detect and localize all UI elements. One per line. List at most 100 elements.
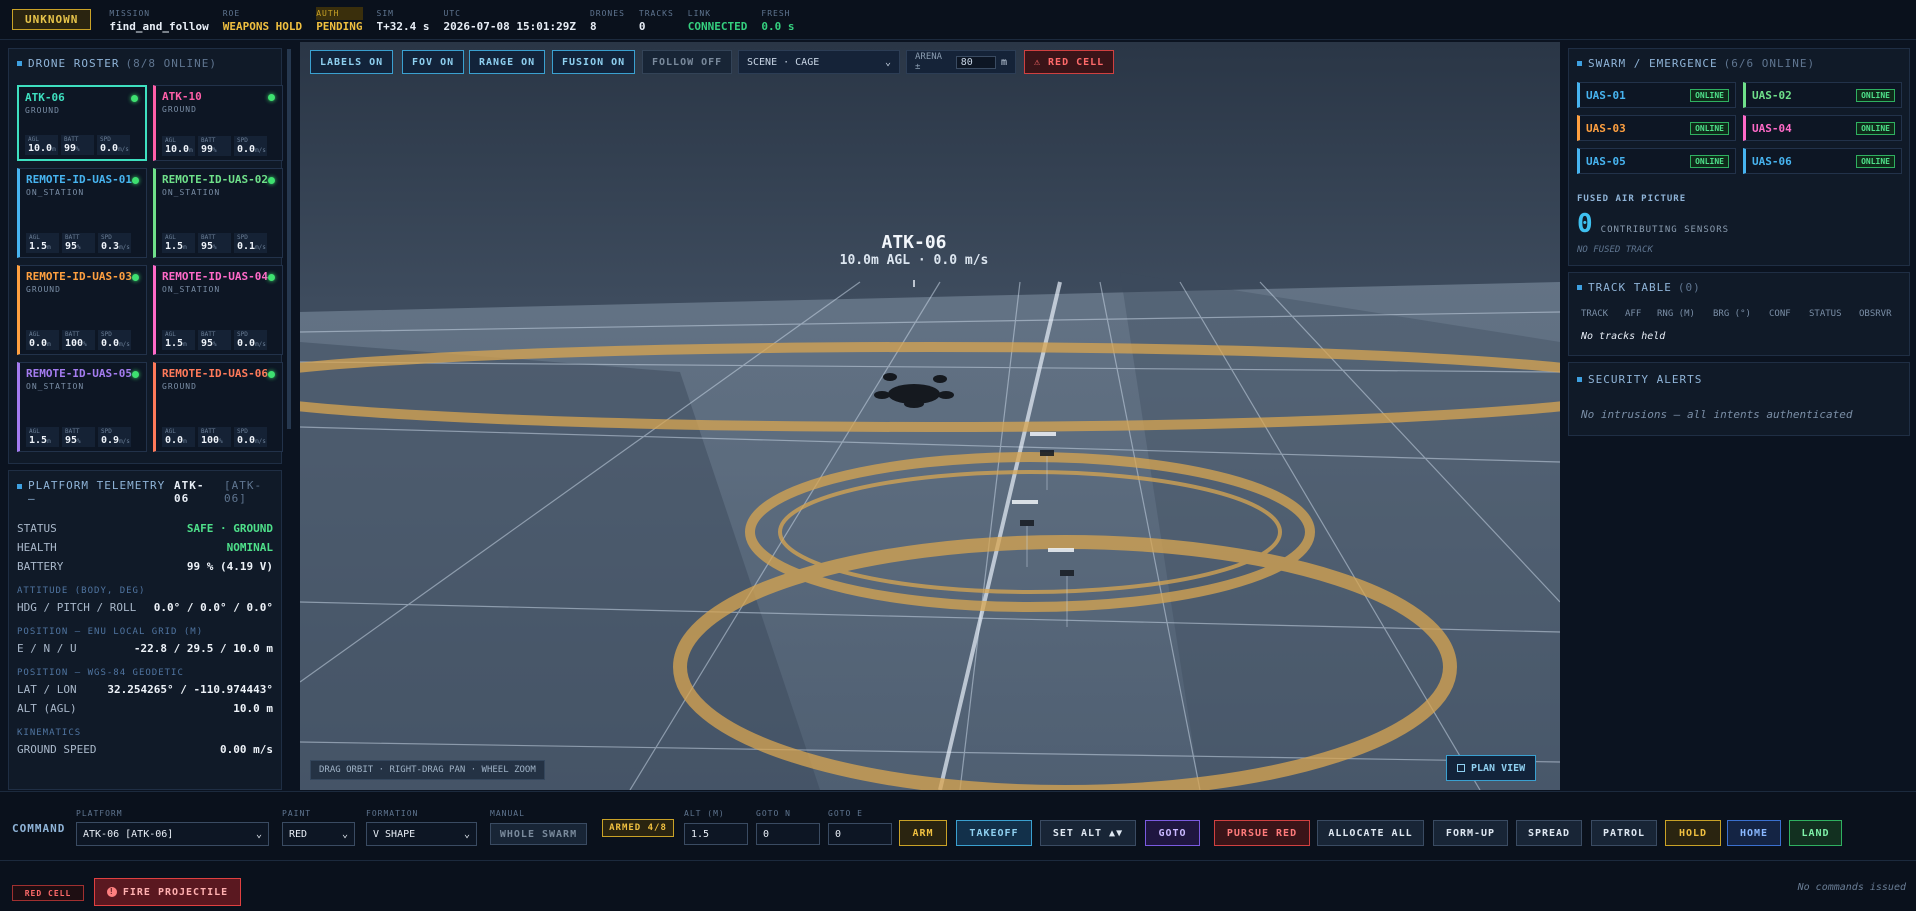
3d-viewport[interactable]: LABELS ON FOV ON RANGE ON FUSION ON FOLL… xyxy=(300,42,1560,790)
track-header[interactable]: BRG (°) xyxy=(1713,309,1769,319)
arm-button[interactable]: ARM xyxy=(899,820,947,846)
drone-card-name: REMOTE-ID-UAS-05 xyxy=(26,367,132,380)
scene-canvas[interactable] xyxy=(300,42,1560,790)
land-button[interactable]: LAND xyxy=(1789,820,1842,846)
platform-select[interactable]: ATK-06 [ATK-06] ⌄ xyxy=(76,822,269,846)
drone-card[interactable]: REMOTE-ID-UAS-04 ON_STATION AGL 1.5m BATT 95%… xyxy=(153,265,283,355)
whole-swarm-button[interactable]: WHOLE SWARM xyxy=(490,823,587,845)
drone-card-metrics: AGL 1.5m BATT 95% SPD 0.1m/s xyxy=(162,233,267,253)
track-table-title: TRACK TABLE (0) xyxy=(1569,273,1909,294)
track-header[interactable]: OBSRVR xyxy=(1859,309,1899,319)
metric-unit: m/s xyxy=(255,438,266,445)
metric-unit: % xyxy=(77,244,81,251)
metric-label: SPD xyxy=(100,136,111,143)
takeoff-button[interactable]: TAKEOFF xyxy=(956,820,1032,846)
metric-label: AGL xyxy=(165,331,176,338)
telemetry-status-row: STATUS SAFE · GROUND xyxy=(9,519,281,538)
metric-unit: % xyxy=(213,244,217,251)
stat-value: 0.0 s xyxy=(761,19,795,33)
paint-select[interactable]: RED ⌄ xyxy=(282,822,355,846)
fire-projectile-label: FIRE PROJECTILE xyxy=(122,886,229,898)
ground-speed-label: GROUND SPEED xyxy=(17,743,97,756)
stat-key: LINK xyxy=(687,8,712,18)
range-toggle[interactable]: RANGE ON xyxy=(469,50,546,74)
metric-number: 0.1 xyxy=(237,241,256,252)
drone-card[interactable]: REMOTE-ID-UAS-01 ON_STATION AGL 1.5m BATT 95%… xyxy=(17,168,147,258)
battery-value: 99 % (4.19 V) xyxy=(186,560,273,573)
form-up-button[interactable]: FORM-UP xyxy=(1433,820,1508,846)
fire-projectile-button[interactable]: ! FIRE PROJECTILE xyxy=(94,878,241,906)
hold-button[interactable]: HOLD xyxy=(1665,820,1721,846)
stat-key: FRESH xyxy=(761,8,791,18)
goto-e-input[interactable]: 0 xyxy=(828,823,892,845)
drone-card[interactable]: REMOTE-ID-UAS-05 ON_STATION AGL 1.5m BATT 95%… xyxy=(17,362,147,452)
status-stat-sim: SIM T+32.4 s xyxy=(377,7,430,33)
panel-marker-icon xyxy=(1577,61,1582,66)
metric-number: 0.0 xyxy=(165,435,184,446)
scene-select[interactable]: SCENE · CAGE ⌄ xyxy=(738,50,900,74)
fov-toggle[interactable]: FOV ON xyxy=(402,50,465,74)
metric-value: 0.0m/s xyxy=(237,338,266,349)
telemetry-panel: PLATFORM TELEMETRY — ATK-06 [ATK-06] STA… xyxy=(8,470,282,790)
track-header[interactable]: AFF xyxy=(1625,309,1657,319)
metric-unit: m/s xyxy=(119,341,130,348)
drone-card[interactable]: REMOTE-ID-UAS-06 GROUND AGL 0.0m BATT 100% SPD… xyxy=(153,362,283,452)
drone-card-name: REMOTE-ID-UAS-06 xyxy=(162,367,268,380)
swarm-unit[interactable]: UAS-03 ONLINE xyxy=(1577,115,1736,141)
drone-card[interactable]: REMOTE-ID-UAS-02 ON_STATION AGL 1.5m BATT 95%… xyxy=(153,168,283,258)
stat-key: UTC xyxy=(443,8,461,18)
home-button[interactable]: HOME xyxy=(1727,820,1781,846)
arena-input[interactable]: 80 xyxy=(955,55,996,69)
red-cell-button[interactable]: ⚠ RED CELL xyxy=(1024,50,1115,74)
alt-label: ALT (AGL) xyxy=(17,702,77,715)
goto-button[interactable]: GOTO xyxy=(1145,820,1200,846)
metric-number: 95 xyxy=(65,241,78,252)
spread-button[interactable]: SPREAD xyxy=(1516,820,1582,846)
formation-select[interactable]: V SHAPE ⌄ xyxy=(366,822,477,846)
arena-control: ARENA ± 80 m xyxy=(906,50,1016,74)
plan-view-button[interactable]: PLAN VIEW xyxy=(1446,755,1537,781)
follow-toggle[interactable]: FOLLOW OFF xyxy=(642,50,733,74)
drone-card[interactable]: ATK-10 GROUND AGL 10.0m BATT 99% SPD 0.0m/s xyxy=(153,85,283,161)
alt-input[interactable]: 1.5 xyxy=(684,823,748,845)
patrol-button[interactable]: PATROL xyxy=(1591,820,1657,846)
metric-label: BATT xyxy=(64,136,79,143)
metric-label: AGL xyxy=(28,136,39,143)
track-header[interactable]: RNG (M) xyxy=(1657,309,1713,319)
metric-label: BATT xyxy=(65,428,80,435)
metric-number: 100 xyxy=(201,435,220,446)
telemetry-drone: ATK-06 xyxy=(174,479,205,505)
swarm-unit[interactable]: UAS-01 ONLINE xyxy=(1577,82,1736,108)
fusion-toggle[interactable]: FUSION ON xyxy=(552,50,636,74)
online-status-icon xyxy=(132,371,139,378)
roster-scrollbar[interactable] xyxy=(287,49,291,429)
drone-card[interactable]: ATK-06 GROUND AGL 10.0m BATT 99% SPD 0.0m/s xyxy=(17,85,147,161)
track-header[interactable]: CONF xyxy=(1769,309,1809,319)
metric-spd: SPD 0.0m/s xyxy=(98,330,131,350)
drone-card[interactable]: REMOTE-ID-UAS-03 GROUND AGL 0.0m BATT 100% SPD… xyxy=(17,265,147,355)
allocate-all-button[interactable]: ALLOCATE ALL xyxy=(1317,820,1424,846)
set-alt-button[interactable]: SET ALT ▲▼ xyxy=(1040,820,1136,846)
drone-card-name: ATK-10 xyxy=(162,90,202,103)
ground-speed-value: 0.00 m/s xyxy=(220,743,273,756)
metric-spd: SPD 0.0m/s xyxy=(234,330,267,350)
pursue-red-button[interactable]: PURSUE RED xyxy=(1214,820,1310,846)
metric-value: 0.1m/s xyxy=(237,241,266,252)
stat-key: AUTH xyxy=(316,6,363,20)
swarm-unit[interactable]: UAS-04 ONLINE xyxy=(1743,115,1902,141)
drone-card-state: GROUND xyxy=(162,382,197,391)
metric-number: 95 xyxy=(201,338,214,349)
drone-card-name: REMOTE-ID-UAS-01 xyxy=(26,173,132,186)
swarm-unit[interactable]: UAS-02 ONLINE xyxy=(1743,82,1902,108)
track-header[interactable]: STATUS xyxy=(1809,309,1859,319)
goto-n-input[interactable]: 0 xyxy=(756,823,820,845)
track-header[interactable]: TRACK xyxy=(1581,309,1625,319)
metric-number: 0.0 xyxy=(237,435,256,446)
swarm-unit[interactable]: UAS-06 ONLINE xyxy=(1743,148,1902,174)
swarm-unit[interactable]: UAS-05 ONLINE xyxy=(1577,148,1736,174)
labels-toggle[interactable]: LABELS ON xyxy=(310,50,394,74)
metric-label: SPD xyxy=(101,428,112,435)
command-bar: COMMAND PLATFORM ATK-06 [ATK-06] ⌄ PAINT … xyxy=(0,791,1916,911)
panel-marker-icon xyxy=(17,484,22,489)
stat-value: T+32.4 s xyxy=(376,19,430,33)
